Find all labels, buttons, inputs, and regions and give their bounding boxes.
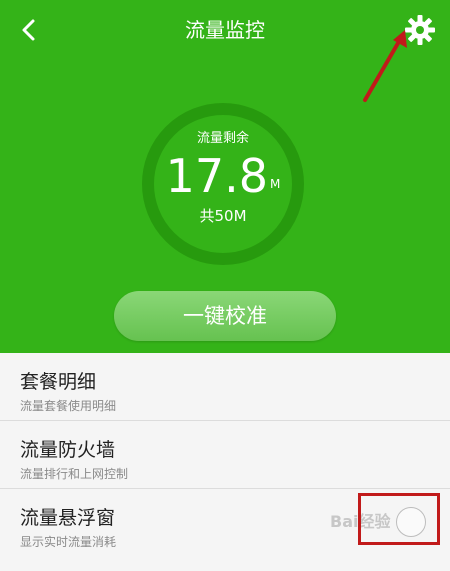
- one-click-calibrate-button[interactable]: 一键校准: [114, 291, 336, 341]
- list-item-firewall[interactable]: 流量防火墙 流量排行和上网控制: [0, 421, 450, 489]
- list-item-title: 流量悬浮窗: [20, 507, 116, 529]
- annotation-arrow: [363, 30, 407, 102]
- total-label: 共50M: [199, 207, 247, 225]
- list-item-title: 流量防火墙: [20, 439, 116, 461]
- traffic-monitor-screen: 流量监控 流量剩余 17.8 M 共50M 一键校准 套餐明细 流量套餐使用明细…: [0, 0, 450, 571]
- list-item-subtitle: 显示实时流量消耗: [20, 535, 117, 549]
- header-panel: 流量监控 流量剩余 17.8 M 共50M 一键校准: [0, 0, 450, 353]
- list-item-package-details[interactable]: 套餐明细 流量套餐使用明细: [0, 353, 450, 421]
- remaining-number: 17.8: [165, 149, 269, 203]
- remaining-unit: M: [270, 177, 281, 191]
- usage-readout: 流量剩余 17.8 M 共50M: [140, 101, 306, 267]
- list-item-subtitle: 流量套餐使用明细: [20, 399, 117, 413]
- remaining-value: 17.8 M: [140, 141, 306, 211]
- list-item-subtitle: 流量排行和上网控制: [20, 467, 129, 481]
- annotation-highlight-box: [358, 493, 440, 545]
- list-item-title: 套餐明细: [20, 371, 97, 393]
